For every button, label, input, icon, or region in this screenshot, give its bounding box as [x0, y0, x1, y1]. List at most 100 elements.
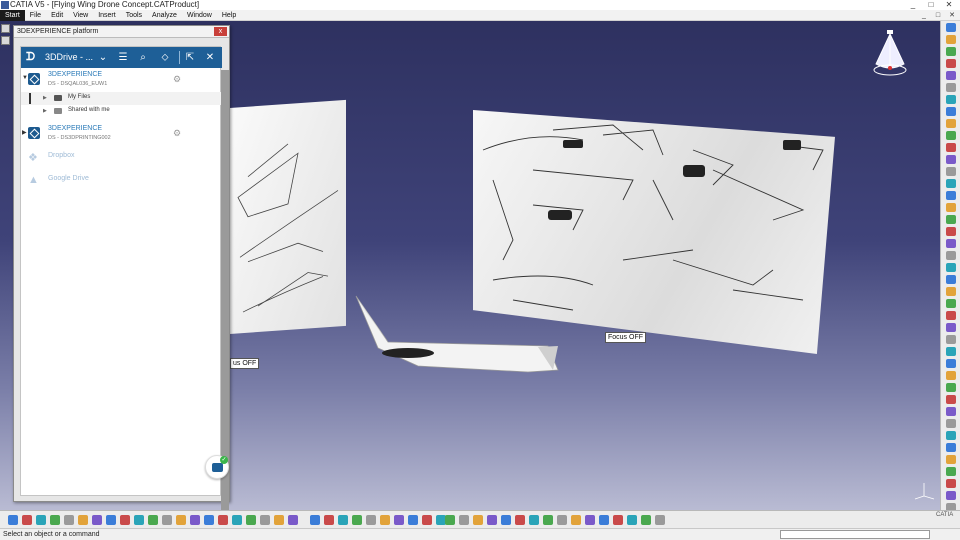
close-icon[interactable]: ✕ — [202, 47, 218, 68]
bottom-toolbar-tool-icon[interactable] — [599, 515, 609, 525]
right-toolbar-tool-icon[interactable] — [946, 35, 956, 44]
right-toolbar-tool-icon[interactable] — [946, 299, 956, 308]
bottom-toolbar-tool-icon[interactable] — [487, 515, 497, 525]
right-toolbar-tool-icon[interactable] — [946, 431, 956, 440]
gear-icon[interactable]: ⚙ — [173, 74, 181, 85]
bottom-toolbar-tool-icon[interactable] — [655, 515, 665, 525]
bottom-toolbar-tool-icon[interactable] — [310, 515, 320, 525]
bottom-toolbar-tool-icon[interactable] — [176, 515, 186, 525]
bottom-toolbar-tool-icon[interactable] — [408, 515, 418, 525]
bottom-toolbar-tool-icon[interactable] — [120, 515, 130, 525]
panel-close-button[interactable]: x — [214, 27, 227, 36]
doc-close-button[interactable]: ✕ — [946, 10, 958, 21]
chat-button[interactable]: ✓ — [205, 455, 229, 479]
bottom-toolbar-tool-icon[interactable] — [50, 515, 60, 525]
bottom-toolbar-tool-icon[interactable] — [380, 515, 390, 525]
right-toolbar-tool-icon[interactable] — [946, 383, 956, 392]
right-toolbar-tool-icon[interactable] — [946, 359, 956, 368]
right-toolbar-tool-icon[interactable] — [946, 71, 956, 80]
tree-item-my-files[interactable]: ▶ My Files — [21, 92, 222, 105]
service-dropbox[interactable]: ❖ Dropbox — [21, 146, 222, 169]
bottom-toolbar-tool-icon[interactable] — [366, 515, 376, 525]
right-toolbar-tool-icon[interactable] — [946, 23, 956, 32]
flying-wing-model[interactable] — [348, 292, 563, 380]
right-toolbar-tool-icon[interactable] — [946, 323, 956, 332]
tree-item-shared-with-me[interactable]: ▶ Shared with me — [21, 105, 222, 118]
bottom-toolbar-tool-icon[interactable] — [501, 515, 511, 525]
right-toolbar-tool-icon[interactable] — [946, 419, 956, 428]
chevron-down-icon[interactable]: ⌄ — [95, 47, 111, 68]
gear-icon[interactable]: ⚙ — [173, 128, 181, 139]
right-toolbar-tool-icon[interactable] — [946, 227, 956, 236]
right-toolbar-tool-icon[interactable] — [946, 59, 956, 68]
bottom-toolbar-tool-icon[interactable] — [246, 515, 256, 525]
right-toolbar-tool-icon[interactable] — [946, 287, 956, 296]
collapse-caret-icon[interactable]: ▶ — [43, 108, 47, 114]
bottom-toolbar-tool-icon[interactable] — [22, 515, 32, 525]
bottom-toolbar-tool-icon[interactable] — [8, 515, 18, 525]
right-toolbar-tool-icon[interactable] — [946, 167, 956, 176]
bottom-toolbar-tool-icon[interactable] — [571, 515, 581, 525]
right-toolbar-tool-icon[interactable] — [946, 347, 956, 356]
bottom-toolbar-tool-icon[interactable] — [162, 515, 172, 525]
bottom-toolbar-tool-icon[interactable] — [92, 515, 102, 525]
bottom-toolbar-tool-icon[interactable] — [204, 515, 214, 525]
right-toolbar-tool-icon[interactable] — [946, 83, 956, 92]
maximize-button[interactable]: □ — [924, 0, 938, 10]
tree-toggle-icon[interactable] — [1, 24, 10, 33]
bottom-toolbar-tool-icon[interactable] — [352, 515, 362, 525]
right-toolbar-tool-icon[interactable] — [946, 107, 956, 116]
right-toolbar-tool-icon[interactable] — [946, 467, 956, 476]
select-icon[interactable] — [1, 36, 10, 45]
collapse-caret-icon[interactable]: ▶ — [43, 95, 47, 101]
bottom-toolbar-tool-icon[interactable] — [148, 515, 158, 525]
menu-edit[interactable]: Edit — [46, 10, 68, 21]
bottom-toolbar-tool-icon[interactable] — [190, 515, 200, 525]
bottom-toolbar-tool-icon[interactable] — [274, 515, 284, 525]
right-toolbar-tool-icon[interactable] — [946, 239, 956, 248]
bottom-toolbar-tool-icon[interactable] — [473, 515, 483, 525]
right-toolbar-tool-icon[interactable] — [946, 251, 956, 260]
bottom-toolbar-tool-icon[interactable] — [515, 515, 525, 525]
menu-window[interactable]: Window — [182, 10, 217, 21]
bottom-toolbar-tool-icon[interactable] — [106, 515, 116, 525]
bottom-toolbar-tool-icon[interactable] — [557, 515, 567, 525]
open-external-icon[interactable]: ⇱ — [182, 47, 198, 68]
tree-root-ds3dprinting[interactable]: ▶ 3DEXPERIENCE DS - DS3DPRINTING002 ⚙ — [21, 122, 222, 146]
menu-start[interactable]: Start — [0, 10, 25, 21]
menu-tools[interactable]: Tools — [121, 10, 147, 21]
right-toolbar-tool-icon[interactable] — [946, 455, 956, 464]
right-toolbar-tool-icon[interactable] — [946, 191, 956, 200]
right-toolbar-tool-icon[interactable] — [946, 95, 956, 104]
right-toolbar-tool-icon[interactable] — [946, 335, 956, 344]
bottom-toolbar-tool-icon[interactable] — [260, 515, 270, 525]
right-toolbar-tool-icon[interactable] — [946, 407, 956, 416]
bottom-toolbar-tool-icon[interactable] — [324, 515, 334, 525]
menu-help[interactable]: Help — [217, 10, 241, 21]
right-toolbar-tool-icon[interactable] — [946, 311, 956, 320]
search-icon[interactable]: ⌕ — [135, 47, 151, 68]
right-toolbar-tool-icon[interactable] — [946, 203, 956, 212]
bottom-toolbar-tool-icon[interactable] — [422, 515, 432, 525]
doc-maximize-button[interactable]: □ — [932, 10, 944, 21]
menu-view[interactable]: View — [68, 10, 93, 21]
bottom-toolbar-tool-icon[interactable] — [78, 515, 88, 525]
bottom-toolbar-tool-icon[interactable] — [134, 515, 144, 525]
compass-icon[interactable] — [868, 30, 912, 80]
bottom-toolbar-tool-icon[interactable] — [232, 515, 242, 525]
bottom-toolbar-tool-icon[interactable] — [338, 515, 348, 525]
doc-minimize-button[interactable]: _ — [918, 10, 930, 21]
right-toolbar-tool-icon[interactable] — [946, 155, 956, 164]
close-window-button[interactable]: ✕ — [942, 0, 956, 10]
menu-insert[interactable]: Insert — [93, 10, 121, 21]
right-toolbar-tool-icon[interactable] — [946, 395, 956, 404]
bottom-toolbar-tool-icon[interactable] — [36, 515, 46, 525]
right-toolbar-tool-icon[interactable] — [946, 143, 956, 152]
minimize-button[interactable]: _ — [906, 0, 920, 10]
menu-file[interactable]: File — [25, 10, 46, 21]
right-toolbar-tool-icon[interactable] — [946, 275, 956, 284]
right-toolbar-tool-icon[interactable] — [946, 215, 956, 224]
right-toolbar-tool-icon[interactable] — [946, 131, 956, 140]
bottom-toolbar-tool-icon[interactable] — [218, 515, 228, 525]
hamburger-icon[interactable]: ☰ — [115, 47, 131, 68]
